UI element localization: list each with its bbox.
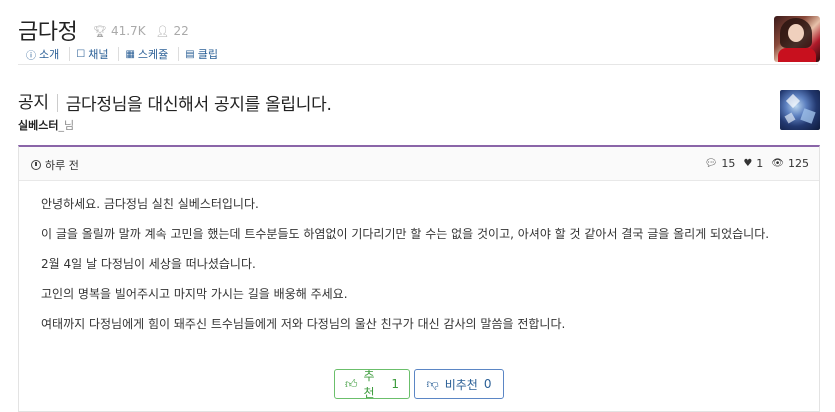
- channel-avatar[interactable]: [774, 16, 820, 62]
- trophy-icon: 🏆︎: [93, 24, 107, 38]
- header-divider: [18, 64, 818, 65]
- tab-channel[interactable]: ☐ 채널: [76, 47, 120, 61]
- post-meta-bar: 하루 전 💬︎ 15 ♥ 1 👁︎ 125: [19, 147, 819, 181]
- film-icon: ▤: [185, 48, 195, 60]
- channel-tabs: ⓘ 소개 ☐ 채널 ▦ 스케쥴 ▤ 클립: [26, 47, 234, 62]
- channel-stats: 🏆︎ 41.7K 👤︎ 22: [93, 24, 189, 38]
- member-count: 22: [173, 24, 189, 38]
- view-count: 125: [788, 157, 809, 170]
- post-title: 공지 금다정님을 대신해서 공지를 올립니다.: [18, 90, 778, 115]
- post-paragraph: 여태까지 다정님에게 힘이 돼주신 트수님들에게 저와 다정님의 울산 친구가 …: [41, 317, 566, 331]
- post-paragraph: 고인의 명복을 빌어주시고 마지막 가시는 길을 배웅해 주세요.: [41, 287, 348, 301]
- follower-count: 41.7K: [110, 24, 146, 38]
- user-icon: 👤︎: [155, 24, 170, 38]
- tab-intro[interactable]: ⓘ 소개: [26, 47, 71, 62]
- upvote-count: 1: [391, 377, 399, 391]
- clock-icon: [31, 160, 41, 170]
- post-category[interactable]: 공지: [18, 93, 58, 112]
- post-paragraph: 2월 4일 날 다정님이 세상을 떠나셨습니다.: [41, 257, 256, 271]
- author-suffix: _님: [58, 119, 75, 132]
- heart-icon: ♥: [743, 158, 753, 169]
- tab-schedule[interactable]: ▦ 스케쥴: [125, 47, 180, 61]
- post-author[interactable]: 실베스터_님: [18, 117, 74, 133]
- post-paragraph: 안녕하세요. 금다정님 실친 실베스터입니다.: [41, 197, 259, 211]
- author-name: 실베스터: [18, 119, 59, 132]
- post-time: 하루 전: [31, 157, 79, 173]
- author-avatar[interactable]: [780, 90, 820, 130]
- vote-buttons: 👍︎ 추천 1 👎︎ 비추천 0: [19, 369, 819, 400]
- info-icon: ⓘ: [26, 50, 36, 62]
- like-count: 1: [756, 157, 764, 170]
- chat-icon: ☐: [76, 48, 86, 60]
- comment-icon: 💬︎: [704, 158, 718, 169]
- calendar-icon: ▦: [125, 48, 135, 60]
- channel-title[interactable]: 금다정: [18, 14, 78, 46]
- post-body: 안녕하세요. 금다정님 실친 실베스터입니다. 이 글을 올릴까 말까 계속 고…: [19, 181, 819, 334]
- post-title-text: 금다정님을 대신해서 공지를 올립니다.: [65, 95, 332, 115]
- post-time-text: 하루 전: [45, 159, 79, 172]
- thumbs-down-icon: 👎︎: [426, 376, 439, 391]
- upvote-button[interactable]: 👍︎ 추천 1: [334, 369, 410, 400]
- post-header: 공지 금다정님을 대신해서 공지를 올립니다. 실베스터_님: [18, 90, 778, 132]
- downvote-button[interactable]: 👎︎ 비추천 0: [414, 369, 504, 399]
- downvote-count: 0: [483, 377, 492, 391]
- post-counters: 💬︎ 15 ♥ 1 👁︎ 125: [705, 157, 809, 170]
- tab-clips[interactable]: ▤ 클립: [185, 47, 228, 61]
- post-paragraph: 이 글을 올릴까 말까 계속 고민을 했는데 트수분들도 하염없이 기다리기만 …: [41, 227, 770, 241]
- eye-icon: 👁︎: [771, 158, 784, 169]
- thumbs-up-icon: 👍︎: [345, 376, 358, 391]
- downvote-label: 비추천: [444, 377, 478, 392]
- upvote-label: 추천: [363, 369, 375, 400]
- post-content-box: 하루 전 💬︎ 15 ♥ 1 👁︎ 125 안녕하세요. 금다정님 실친 실베스…: [18, 145, 820, 412]
- channel-header: 금다정 🏆︎ 41.7K 👤︎ 22 ⓘ 소개 ☐ 채널 ▦ 스케쥴 ▤ 클립: [18, 14, 818, 74]
- comment-count: 15: [721, 157, 736, 170]
